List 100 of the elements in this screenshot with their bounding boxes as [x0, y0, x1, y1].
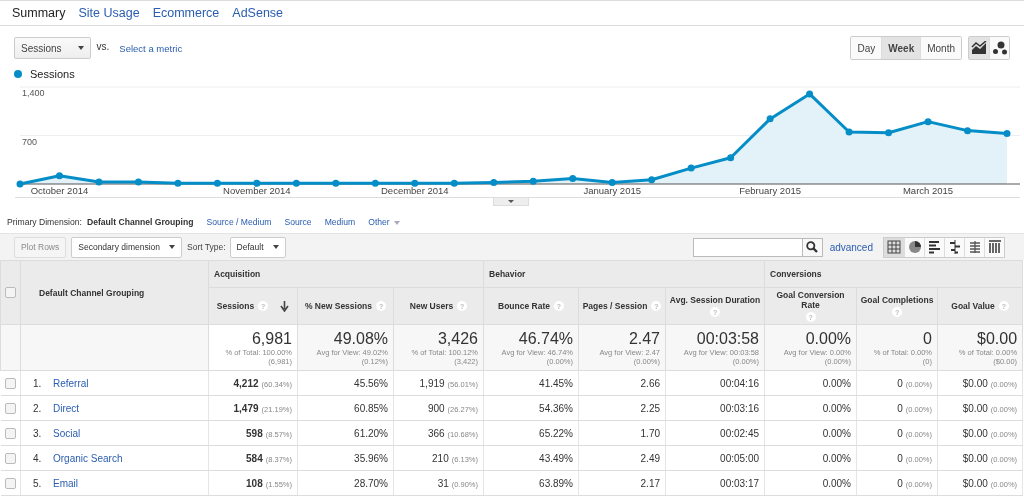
cell-value: 2.25	[640, 402, 660, 414]
granularity-button[interactable]: Month	[920, 37, 961, 59]
cell-value: 0.00%	[822, 452, 851, 464]
column-label[interactable]: Bounce Rate	[498, 301, 550, 311]
motion-chart-button[interactable]	[989, 37, 1009, 59]
line-chart-icon	[971, 41, 987, 55]
data-point	[450, 179, 458, 187]
comparison-view-button[interactable]	[944, 237, 964, 257]
dimension-option[interactable]: Medium	[324, 217, 356, 227]
cloud-view-icon	[987, 240, 1002, 254]
cell-value: 0	[897, 452, 903, 464]
data-point	[371, 179, 379, 187]
axis-label: 1,400	[22, 88, 45, 98]
report-tab[interactable]: AdSense	[232, 6, 284, 20]
data-point	[134, 178, 142, 186]
cloud-view-button[interactable]	[984, 237, 1004, 257]
total-value: 0	[922, 329, 932, 348]
channel-link[interactable]: Direct	[53, 402, 80, 414]
column-label[interactable]: New Users	[409, 301, 454, 311]
comparison-view-icon	[947, 240, 962, 254]
cell-value: $0.00	[962, 477, 988, 489]
column-label[interactable]: Goal Conversion Rate	[768, 290, 853, 310]
row-checkbox[interactable]	[4, 428, 16, 439]
report-tab[interactable]: Site Usage	[78, 6, 140, 20]
row-checkbox[interactable]	[4, 403, 16, 414]
select-metric-link[interactable]: Select a metric	[119, 42, 183, 54]
column-label[interactable]: Goal Value	[951, 301, 995, 311]
total-value: 0.00%	[804, 329, 851, 348]
axis-label: 700	[22, 136, 38, 147]
cell-value: 54.36%	[539, 402, 573, 414]
channel-link[interactable]: Organic Search	[53, 452, 123, 464]
metric-dropdown[interactable]: Sessions	[14, 37, 91, 59]
data-point	[569, 174, 577, 182]
column-group-header: Behavior	[483, 260, 765, 288]
granularity-button[interactable]: Week	[881, 37, 921, 59]
search-button[interactable]	[802, 237, 823, 257]
cell-value: 0	[897, 427, 903, 439]
cell-value: 2.66	[640, 377, 660, 389]
sort-type-dropdown[interactable]: Default	[229, 236, 286, 258]
secondary-dimension-dropdown[interactable]: Secondary dimension	[71, 236, 182, 258]
table-view-icon	[887, 240, 901, 254]
bar-view-button[interactable]	[924, 237, 944, 257]
cell-value: 43.49%	[539, 452, 573, 464]
collapse-chart-toggle[interactable]	[493, 198, 529, 206]
cell-value: 63.89%	[539, 477, 573, 489]
data-point	[95, 178, 103, 186]
axis-label: December 2014	[381, 185, 449, 196]
channel-link[interactable]: Email	[53, 477, 78, 489]
data-point	[766, 115, 774, 123]
column-label[interactable]: Goal Completions	[860, 295, 934, 305]
cell-value: 00:04:16	[720, 377, 759, 389]
total-value: $0.00	[976, 329, 1018, 348]
row-checkbox[interactable]	[4, 453, 16, 464]
data-point	[490, 179, 498, 187]
report-tab[interactable]: Summary	[12, 6, 66, 20]
column-label[interactable]: Avg. Session Duration	[669, 295, 761, 305]
granularity-button[interactable]: Day	[851, 37, 882, 59]
other-dimension-dropdown[interactable]: Other	[368, 217, 400, 227]
channel-link[interactable]: Social	[53, 427, 81, 439]
dimension-header[interactable]: Default Channel Grouping	[20, 260, 209, 325]
pie-view-button[interactable]	[904, 237, 924, 257]
axis-label: January 2015	[583, 185, 641, 196]
row-checkbox[interactable]	[4, 478, 16, 489]
search-field[interactable]	[692, 237, 803, 257]
data-point	[924, 118, 932, 126]
data-point	[1003, 129, 1011, 137]
total-value: 3,426	[436, 329, 478, 348]
line-chart-button[interactable]	[969, 37, 989, 59]
total-value: 6,981	[250, 329, 292, 348]
dimension-option[interactable]: Source	[284, 217, 312, 227]
select-all-checkbox[interactable]	[5, 287, 16, 299]
data-point	[16, 180, 24, 188]
dimension-option[interactable]: Default Channel Grouping	[87, 217, 194, 227]
report-tab[interactable]: Ecommerce	[152, 6, 220, 20]
sort-type-label: Sort Type:	[187, 242, 226, 252]
cell-value: $0.00	[962, 452, 988, 464]
sort-arrow-icon[interactable]	[280, 300, 290, 312]
cell-value: 0.00%	[822, 427, 851, 439]
channel-link[interactable]: Referral	[53, 377, 89, 389]
pivot-view-button[interactable]	[964, 237, 984, 257]
column-label[interactable]: Sessions	[216, 301, 255, 311]
total-value: 49.08%	[332, 329, 388, 348]
cell-value: 1,479	[233, 402, 259, 414]
dimension-option[interactable]: Source / Medium	[206, 217, 272, 227]
cell-value: 598	[246, 427, 263, 439]
data-point	[845, 128, 853, 136]
column-label[interactable]: % New Sessions	[304, 301, 373, 311]
advanced-link[interactable]: advanced	[829, 241, 873, 253]
cell-value: 31	[437, 477, 449, 489]
data-point	[648, 176, 656, 184]
data-point	[332, 179, 340, 187]
cell-value: 60.85%	[354, 402, 388, 414]
row-number: 3.	[33, 427, 43, 439]
pivot-view-icon	[967, 240, 982, 254]
pie-view-icon	[907, 240, 922, 254]
cell-value: 00:02:45	[720, 427, 759, 439]
row-checkbox[interactable]	[4, 378, 16, 389]
cell-value: 1.70	[640, 427, 660, 439]
column-label[interactable]: Pages / Session	[582, 301, 648, 311]
table-view-button[interactable]	[884, 237, 904, 257]
